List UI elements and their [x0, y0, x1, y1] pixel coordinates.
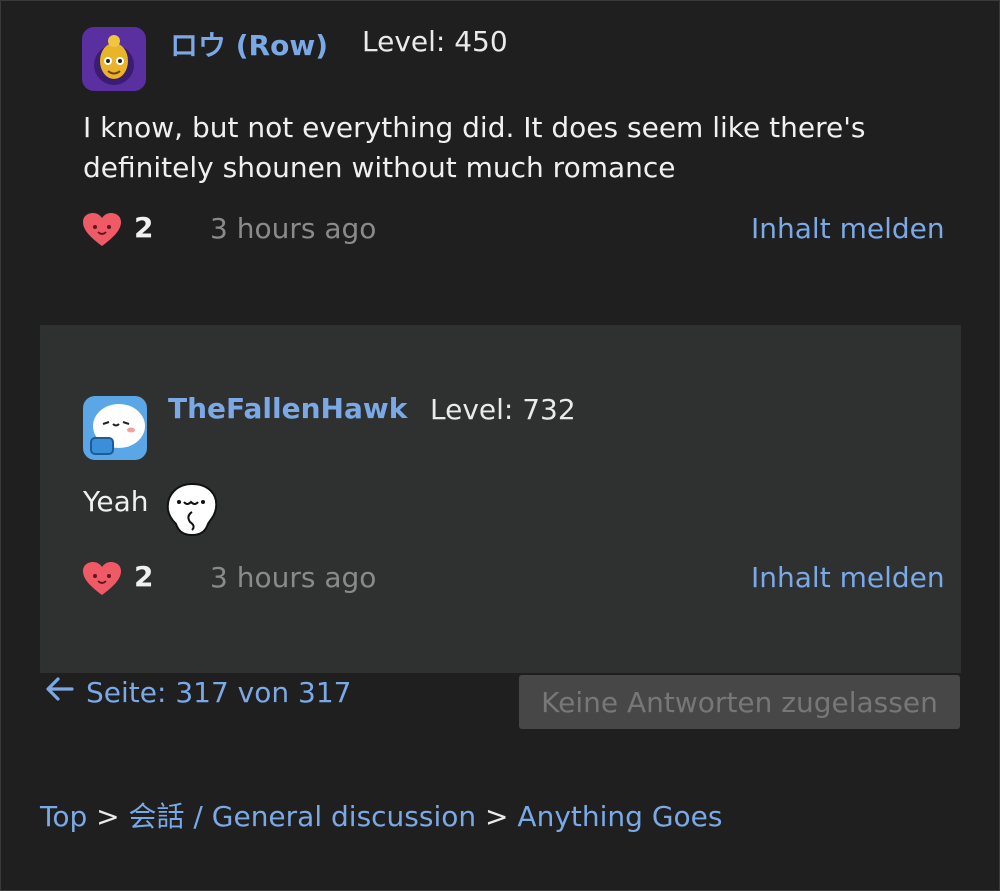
- pagination-link[interactable]: Seite: 317 von 317: [44, 676, 351, 709]
- user-level: Level: 450: [362, 25, 508, 58]
- comment-text: Yeah: [83, 485, 149, 518]
- avatar[interactable]: [83, 396, 147, 460]
- breadcrumb-separator: >: [485, 800, 509, 833]
- heart-icon[interactable]: [82, 212, 122, 248]
- comment-post: ロウ (Row) Level: 450 I know, but not ever…: [0, 0, 1000, 300]
- user-level: Level: 732: [430, 393, 576, 426]
- timestamp: 3 hours ago: [210, 561, 377, 594]
- breadcrumb: Top > 会話 / General discussion > Anything…: [40, 795, 722, 835]
- comment-text: I know, but not everything did. It does …: [83, 111, 866, 184]
- arrow-left-icon[interactable]: [44, 676, 74, 709]
- page-indicator[interactable]: Seite: 317 von 317: [86, 676, 351, 709]
- username-link[interactable]: ロウ (Row): [170, 24, 328, 64]
- avatar[interactable]: [82, 27, 146, 91]
- breadcrumb-top[interactable]: Top: [40, 800, 87, 833]
- breadcrumb-anything-goes[interactable]: Anything Goes: [517, 800, 722, 833]
- report-link[interactable]: Inhalt melden: [751, 212, 945, 245]
- heart-icon[interactable]: [82, 561, 122, 597]
- report-link[interactable]: Inhalt melden: [751, 561, 945, 594]
- breadcrumb-general-discussion[interactable]: 会話 / General discussion: [129, 800, 477, 833]
- sticker-emoji-icon: [162, 480, 220, 538]
- comment-post: TheFallenHawk Level: 732 Yeah 2 3 hours …: [40, 325, 961, 673]
- no-replies-button[interactable]: Keine Antworten zugelassen: [519, 675, 960, 729]
- breadcrumb-separator: >: [96, 800, 120, 833]
- like-count: 2: [134, 560, 154, 593]
- username-link[interactable]: TheFallenHawk: [168, 392, 407, 425]
- timestamp: 3 hours ago: [210, 212, 377, 245]
- like-count: 2: [134, 211, 154, 244]
